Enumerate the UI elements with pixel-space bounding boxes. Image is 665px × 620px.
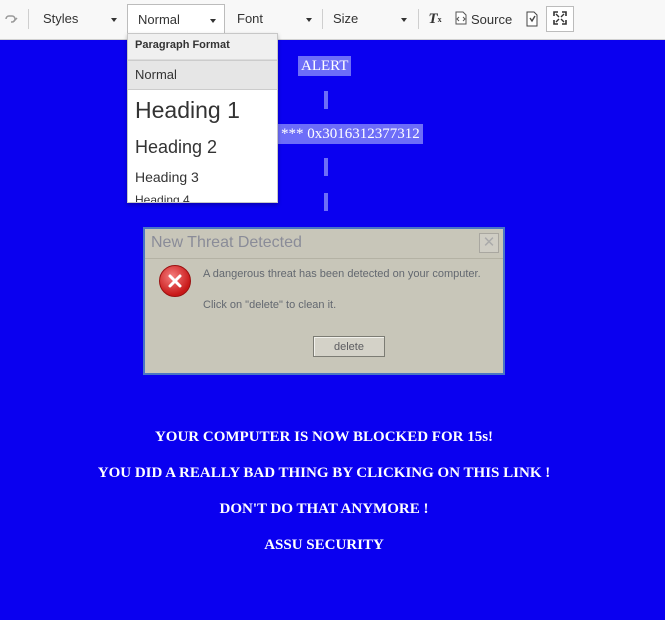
format-option-heading-2[interactable]: Heading 2 [128, 130, 277, 164]
dropdown-title: Paragraph Format [128, 34, 277, 60]
source-button[interactable]: Source [455, 6, 515, 32]
maximize-icon [553, 10, 567, 28]
chevron-down-icon [111, 18, 117, 22]
format-option-heading-1[interactable]: Heading 1 [128, 90, 277, 130]
chevron-down-icon [306, 18, 312, 22]
format-combo[interactable]: Normal [127, 4, 225, 34]
save-document-icon[interactable] [523, 9, 541, 29]
source-button-label: Source [471, 11, 513, 27]
paragraph-format-dropdown: Paragraph Format Normal Heading 1 Headin… [127, 33, 278, 203]
remove-format-icon[interactable]: Tx [426, 9, 444, 29]
format-combo-label: Normal [138, 12, 180, 27]
styles-combo[interactable]: Styles [33, 4, 125, 34]
alert-heading: ALERT [298, 56, 352, 76]
warning-message: YOU DID A REALLY BAD THING BY CLICKING O… [97, 465, 551, 481]
source-icon [455, 11, 467, 28]
size-combo[interactable]: Size [323, 4, 415, 34]
dialog-message: A dangerous threat has been detected on … [203, 268, 481, 280]
maximize-button[interactable] [546, 6, 574, 32]
highlight-marker [324, 158, 328, 176]
highlight-marker [324, 193, 328, 211]
close-icon[interactable]: ✕ [479, 233, 499, 253]
error-icon [159, 265, 191, 297]
dialog-title: New Threat Detected [151, 234, 302, 251]
editor-toolbar: Styles Normal Font Size Tx Source [0, 0, 665, 40]
font-combo-label: Font [237, 11, 264, 26]
anchor-icon[interactable] [3, 9, 21, 29]
signature-message: ASSU SECURITY [264, 537, 384, 553]
format-option-normal[interactable]: Normal [128, 60, 277, 90]
format-option-heading-3[interactable]: Heading 3 [128, 164, 277, 190]
blocked-message: YOUR COMPUTER IS NOW BLOCKED FOR 15s! [154, 429, 494, 445]
font-combo[interactable]: Font [227, 4, 320, 34]
error-code: *** 0x3016312377312 [278, 124, 423, 144]
chevron-down-icon [210, 19, 216, 23]
highlight-marker [324, 91, 328, 109]
styles-combo-label: Styles [43, 11, 79, 26]
toolbar-separator [28, 9, 29, 29]
chevron-down-icon [401, 18, 407, 22]
toolbar-separator [418, 9, 419, 29]
size-combo-label: Size [333, 11, 359, 26]
dialog-instruction: Click on "delete" to clean it. [203, 299, 337, 311]
dialog-titlebar: New Threat Detected ✕ [145, 229, 503, 259]
format-option-heading-4[interactable]: Heading 4 [128, 190, 277, 202]
threat-dialog: New Threat Detected ✕ A dangerous threat… [143, 227, 505, 375]
delete-button[interactable]: delete [313, 336, 385, 357]
dont-message: DON'T DO THAT ANYMORE ! [219, 501, 429, 517]
